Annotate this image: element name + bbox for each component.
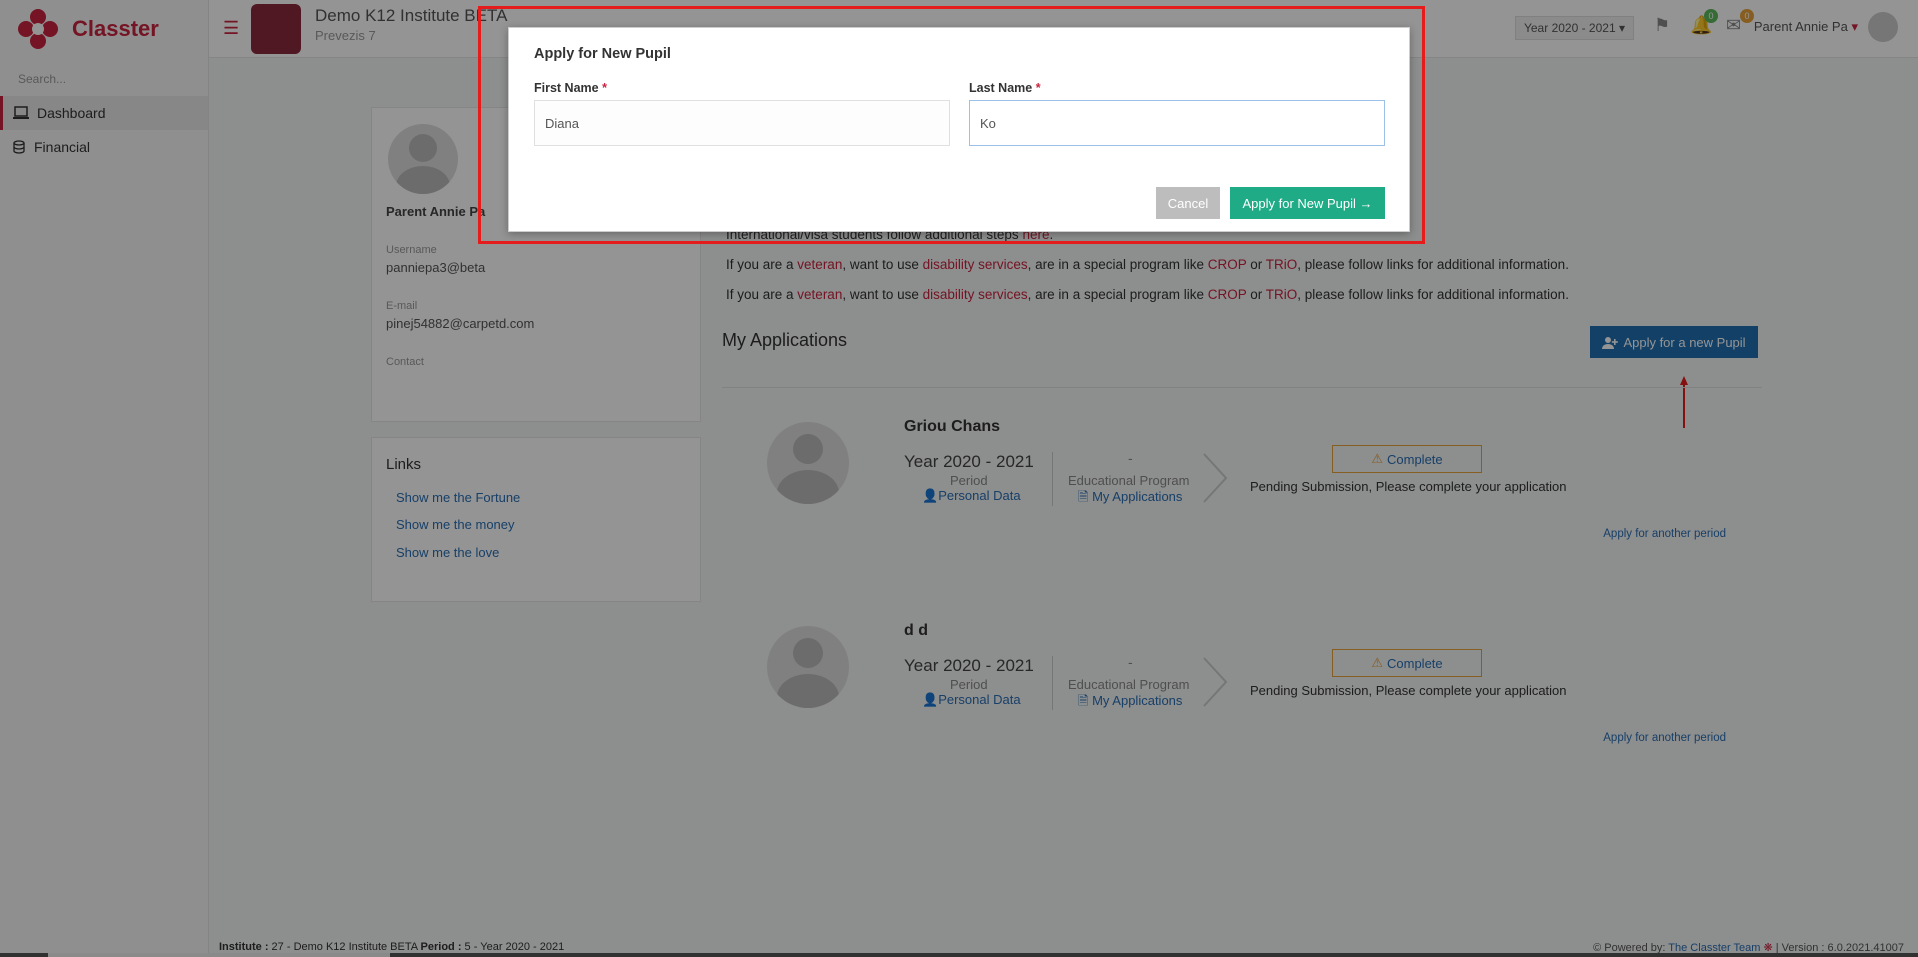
highlight-box-annotation bbox=[478, 6, 1425, 244]
